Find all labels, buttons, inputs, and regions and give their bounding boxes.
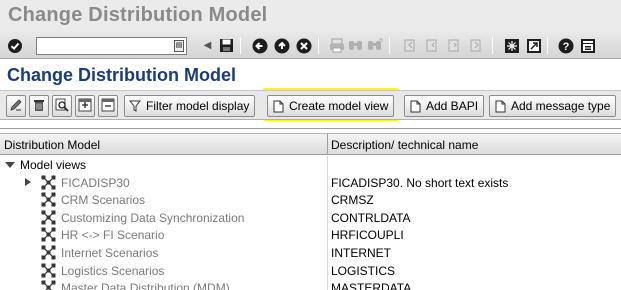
cancel-icon[interactable] — [295, 37, 312, 54]
column-divider[interactable] — [327, 134, 328, 155]
filter-model-display-button[interactable]: Filter model display — [124, 95, 256, 117]
system-toolbar: ▤ ◀ ? — [0, 32, 621, 59]
customize-layout-icon[interactable] — [579, 37, 596, 54]
column-divider — [327, 191, 328, 209]
save-icon[interactable] — [218, 37, 235, 54]
help-icon[interactable]: ? — [557, 37, 574, 54]
window-title: Change Distribution Model — [8, 4, 268, 26]
screen-title-area: Change Distribution Model — [0, 60, 621, 90]
last-page-icon[interactable] — [468, 37, 485, 54]
column-divider — [327, 156, 328, 174]
tree-root-row[interactable]: Model views — [0, 156, 621, 174]
model-view-name: Logistics Scenarios — [61, 263, 165, 278]
command-history-icon[interactable]: ▤ — [174, 40, 184, 52]
model-view-icon — [41, 192, 56, 207]
column-divider — [327, 279, 328, 290]
expand-triangle-icon[interactable] — [25, 177, 31, 186]
model-view-name: HR <-> FI Scenario — [61, 228, 165, 243]
command-input[interactable] — [39, 39, 169, 53]
table-row[interactable]: Customizing Data Synchronization CONTRLD… — [0, 208, 621, 227]
enter-icon[interactable] — [6, 37, 23, 54]
table-row[interactable]: Internet Scenarios INTERNET — [0, 243, 621, 262]
table-row[interactable]: Master Data Distribution (MDM) MASTERDAT… — [0, 279, 621, 290]
table-row[interactable]: FICADISP30 FICADISP30. No short text exi… — [0, 173, 621, 192]
toolbar-separator — [547, 37, 548, 54]
print-icon[interactable] — [328, 37, 345, 54]
model-view-description: MASTERDATA — [331, 281, 412, 290]
new-document-icon — [493, 99, 507, 113]
create-shortcut-icon[interactable] — [525, 37, 542, 54]
add-message-type-button[interactable]: Add message type — [489, 95, 617, 117]
pencil-icon — [9, 98, 23, 115]
model-view-description: INTERNET — [331, 245, 391, 260]
toolbar-separator — [492, 37, 493, 54]
model-view-icon — [41, 210, 56, 225]
filter-model-display-label: Filter model display — [146, 99, 250, 113]
back-icon[interactable] — [251, 37, 268, 54]
model-view-name: CRM Scenarios — [61, 193, 146, 208]
new-document-icon — [271, 99, 285, 113]
model-view-name: Master Data Distribution (MDM) — [61, 281, 230, 290]
page-title: Change Distribution Model — [7, 65, 236, 85]
toolbar-separator — [318, 37, 319, 54]
table-row[interactable]: HR <-> FI Scenario HRFICOUPLI — [0, 226, 621, 244]
collapse-subtree-button[interactable] — [98, 95, 118, 117]
first-page-icon[interactable] — [402, 37, 419, 54]
new-session-icon[interactable] — [503, 37, 520, 54]
column-divider — [327, 173, 328, 192]
model-view-icon — [41, 175, 56, 190]
expand-subtree-button[interactable] — [75, 95, 95, 117]
create-model-view-label: Create model view — [289, 99, 389, 113]
toolbar-separator — [240, 37, 241, 54]
next-page-icon[interactable] — [446, 37, 463, 54]
previous-page-icon[interactable] — [424, 37, 441, 54]
add-bapi-label: Add BAPI — [426, 99, 479, 113]
model-view-description: CRMSZ — [331, 193, 374, 208]
svg-text:?: ? — [562, 41, 569, 53]
add-bapi-button[interactable]: Add BAPI — [404, 95, 485, 117]
create-model-view-button[interactable]: Create model view — [267, 95, 395, 117]
model-view-name: Customizing Data Synchronization — [61, 210, 245, 225]
find-icon[interactable] — [347, 37, 364, 54]
window-title-bar: Change Distribution Model — [0, 0, 621, 32]
application-toolbar: Filter model display Create model view A… — [0, 90, 621, 120]
column-header-description[interactable]: Description/ technical name — [331, 138, 478, 152]
column-divider — [327, 226, 328, 244]
model-view-icon — [41, 280, 56, 290]
back-arrow-icon[interactable]: ◀ — [199, 37, 216, 54]
tree-header: Distribution Model Description/ technica… — [0, 133, 621, 155]
table-row[interactable]: Logistics Scenarios LOGISTICS — [0, 261, 621, 280]
exit-icon[interactable] — [273, 37, 290, 54]
model-view-description: CONTRLDATA — [331, 210, 411, 225]
table-row[interactable]: CRM Scenarios CRMSZ — [0, 191, 621, 209]
model-view-description: FICADISP30. No short text exists — [331, 175, 509, 190]
tree-root-label: Model views — [20, 158, 87, 172]
distribution-model-tree: Distribution Model Description/ technica… — [0, 128, 621, 290]
column-divider — [327, 261, 328, 280]
command-field[interactable]: ▤ — [36, 37, 187, 55]
model-view-icon — [41, 245, 56, 260]
model-view-description: HRFICOUPLI — [331, 228, 404, 243]
display-button[interactable] — [52, 95, 72, 117]
new-document-icon — [408, 99, 422, 113]
model-view-name: FICADISP30 — [61, 175, 130, 190]
column-divider — [327, 208, 328, 227]
magnifier-icon — [55, 98, 69, 115]
toolbar-separator — [389, 37, 390, 54]
trash-icon — [32, 98, 46, 115]
model-view-icon — [41, 263, 56, 278]
model-view-icon — [41, 227, 56, 242]
expand-icon — [78, 98, 92, 115]
delete-button[interactable] — [29, 95, 49, 117]
collapse-icon — [101, 98, 115, 115]
column-divider — [327, 243, 328, 262]
column-header-distribution-model[interactable]: Distribution Model — [4, 138, 100, 152]
collapse-triangle-icon[interactable] — [5, 162, 15, 168]
find-next-icon[interactable] — [366, 37, 383, 54]
model-view-description: LOGISTICS — [331, 263, 396, 278]
edit-button[interactable] — [6, 95, 26, 117]
model-view-name: Internet Scenarios — [61, 245, 159, 260]
add-message-type-label: Add message type — [511, 99, 611, 113]
filter-icon — [128, 99, 142, 113]
